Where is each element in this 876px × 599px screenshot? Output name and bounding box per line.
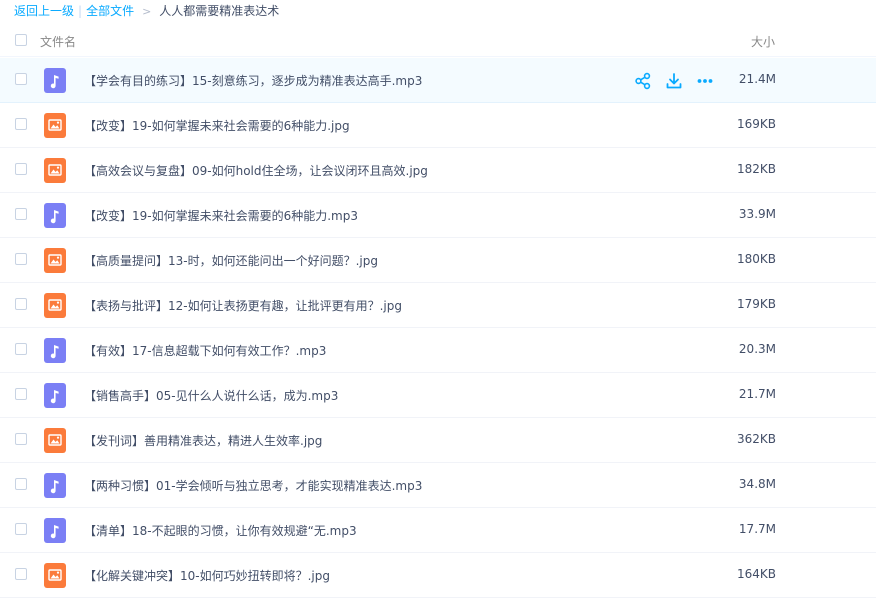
file-name[interactable]: 【学会有目的练习】15-刻意练习，逐步成为精准表达高手.mp3: [84, 72, 422, 89]
file-row[interactable]: 【发刊词】善用精准表达，精进人生效率.jpg 362KB: [0, 418, 876, 463]
file-row[interactable]: 【改变】19-如何掌握未来社会需要的6种能力.jpg 169KB: [0, 103, 876, 148]
file-row[interactable]: 【化解关键冲突】10-如何巧妙扭转即将？.jpg 164KB: [0, 553, 876, 598]
share-icon[interactable]: [634, 72, 652, 90]
column-header-name[interactable]: 文件名: [40, 33, 76, 50]
more-icon[interactable]: [696, 72, 714, 90]
file-checkbox[interactable]: [15, 253, 27, 265]
audio-file-icon: [44, 68, 66, 93]
file-checkbox[interactable]: [15, 478, 27, 490]
file-checkbox[interactable]: [15, 208, 27, 220]
audio-file-icon: [44, 473, 66, 498]
file-size: 21.7M: [738, 387, 776, 401]
file-size: 33.9M: [738, 207, 776, 221]
file-name[interactable]: 【发刊词】善用精准表达，精进人生效率.jpg: [84, 432, 322, 449]
image-file-icon: [44, 158, 66, 183]
file-name[interactable]: 【表扬与批评】12-如何让表扬更有趣，让批评更有用？.jpg: [84, 297, 402, 314]
file-name[interactable]: 【高效会议与复盘】09-如何hold住全场，让会议闭环且高效.jpg: [84, 162, 428, 179]
file-checkbox[interactable]: [15, 73, 27, 85]
current-folder: 人人都需要精准表达术: [159, 4, 280, 18]
file-row[interactable]: 【表扬与批评】12-如何让表扬更有趣，让批评更有用？.jpg 179KB: [0, 283, 876, 328]
file-checkbox[interactable]: [15, 343, 27, 355]
file-size: 179KB: [736, 297, 776, 311]
download-icon[interactable]: [665, 72, 683, 90]
file-name[interactable]: 【销售高手】05-见什么人说什么话，成为.mp3: [84, 387, 338, 404]
file-size: 20.3M: [738, 342, 776, 356]
file-name[interactable]: 【两种习惯】01-学会倾听与独立思考，才能实现精准表达.mp3: [84, 477, 422, 494]
file-size: 180KB: [736, 252, 776, 266]
file-checkbox[interactable]: [15, 298, 27, 310]
file-row[interactable]: 【高质量提问】13-时，如何还能问出一个好问题？.jpg 180KB: [0, 238, 876, 283]
file-size: 362KB: [736, 432, 776, 446]
image-file-icon: [44, 563, 66, 588]
audio-file-icon: [44, 518, 66, 543]
audio-file-icon: [44, 338, 66, 363]
file-size: 34.8M: [738, 477, 776, 491]
file-row[interactable]: 【清单】18-不起眼的习惯，让你有效规避“无.mp3 17.7M: [0, 508, 876, 553]
image-file-icon: [44, 293, 66, 318]
file-name[interactable]: 【高质量提问】13-时，如何还能问出一个好问题？.jpg: [84, 252, 378, 269]
image-file-icon: [44, 428, 66, 453]
file-row[interactable]: 【销售高手】05-见什么人说什么话，成为.mp3 21.7M: [0, 373, 876, 418]
file-list: 【学会有目的练习】15-刻意练习，逐步成为精准表达高手.mp3 21.4M 【改变】…: [0, 58, 876, 598]
image-file-icon: [44, 113, 66, 138]
audio-file-icon: [44, 383, 66, 408]
breadcrumb-arrow: >: [142, 5, 152, 18]
file-row[interactable]: 【有效】17-信息超载下如何有效工作？.mp3 20.3M: [0, 328, 876, 373]
file-size: 169KB: [736, 117, 776, 131]
breadcrumb-separator: |: [78, 4, 83, 18]
column-header-size[interactable]: 大小: [751, 33, 775, 50]
file-name[interactable]: 【改变】19-如何掌握未来社会需要的6种能力.jpg: [84, 117, 350, 134]
select-all-checkbox[interactable]: [15, 34, 27, 46]
file-list-header: 文件名 大小: [0, 28, 876, 57]
file-row[interactable]: 【高效会议与复盘】09-如何hold住全场，让会议闭环且高效.jpg 182KB: [0, 148, 876, 193]
file-size: 21.4M: [738, 72, 776, 86]
back-link[interactable]: 返回上一级: [14, 4, 74, 18]
file-row[interactable]: 【两种习惯】01-学会倾听与独立思考，才能实现精准表达.mp3 34.8M: [0, 463, 876, 508]
file-name[interactable]: 【有效】17-信息超载下如何有效工作？.mp3: [84, 342, 326, 359]
breadcrumb: 返回上一级 | 全部文件 > 人人都需要精准表达术: [14, 2, 279, 20]
file-size: 17.7M: [738, 522, 776, 536]
file-row[interactable]: 【改变】19-如何掌握未来社会需要的6种能力.mp3 33.9M: [0, 193, 876, 238]
file-name[interactable]: 【改变】19-如何掌握未来社会需要的6种能力.mp3: [84, 207, 358, 224]
file-row[interactable]: 【学会有目的练习】15-刻意练习，逐步成为精准表达高手.mp3 21.4M: [0, 58, 876, 103]
image-file-icon: [44, 248, 66, 273]
file-checkbox[interactable]: [15, 118, 27, 130]
file-name[interactable]: 【清单】18-不起眼的习惯，让你有效规避“无.mp3: [84, 522, 357, 539]
file-checkbox[interactable]: [15, 163, 27, 175]
file-size: 182KB: [736, 162, 776, 176]
file-size: 164KB: [736, 567, 776, 581]
file-checkbox[interactable]: [15, 568, 27, 580]
file-name[interactable]: 【化解关键冲突】10-如何巧妙扭转即将？.jpg: [84, 567, 330, 584]
all-files-link[interactable]: 全部文件: [86, 4, 134, 18]
file-checkbox[interactable]: [15, 433, 27, 445]
file-checkbox[interactable]: [15, 523, 27, 535]
audio-file-icon: [44, 203, 66, 228]
file-checkbox[interactable]: [15, 388, 27, 400]
